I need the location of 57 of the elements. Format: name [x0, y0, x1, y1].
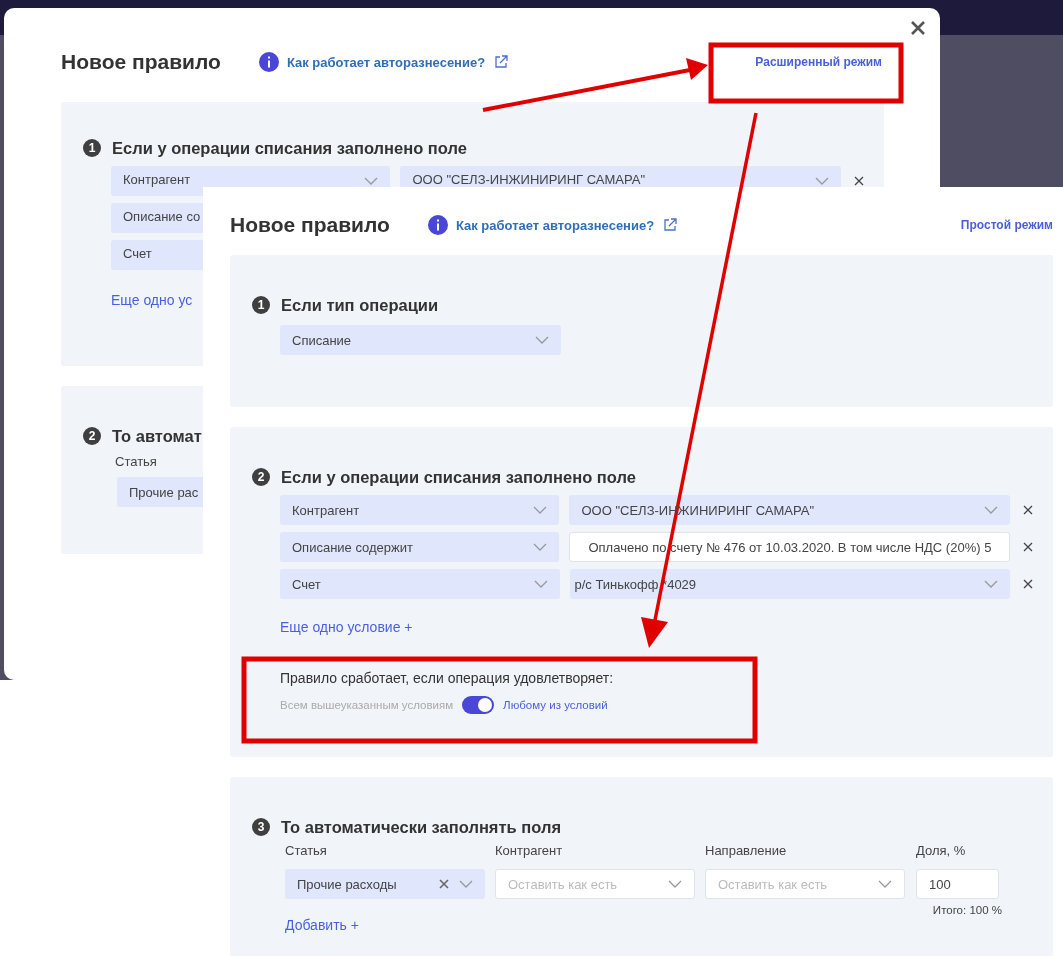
info-icon [427, 215, 448, 235]
step-number: 3 [252, 818, 270, 836]
info-icon [258, 52, 279, 72]
chevron-icon [984, 506, 998, 514]
dropdown-field[interactable]: Прочие расходы [285, 869, 485, 899]
dialog-title: Новое правило [230, 213, 390, 237]
section-heading: То автоматически заполнять поля [281, 817, 562, 837]
external-link-icon [663, 218, 678, 232]
remove-icon[interactable] [1023, 542, 1033, 552]
chevron-icon [815, 177, 829, 185]
column-label: Направление [705, 843, 788, 860]
chevron-icon [533, 580, 548, 588]
chevron-icon [364, 177, 379, 185]
share-input-field[interactable]: 100 [916, 869, 999, 899]
chevron-icon [878, 880, 892, 888]
dialog-title: Новое правило [61, 50, 221, 74]
step-number: 2 [252, 468, 270, 486]
remove-icon[interactable] [854, 176, 864, 186]
external-link-icon [494, 55, 509, 69]
chevron-icon [533, 506, 548, 514]
clear-icon[interactable] [439, 879, 449, 889]
add-condition-link[interactable]: Еще одно ус [111, 292, 193, 308]
total-label: Итого: 100 % [931, 904, 1002, 916]
remove-icon[interactable] [1023, 505, 1033, 515]
add-condition-link[interactable]: Еще одно условие + [280, 619, 413, 635]
section-heading: Если у операции списания заполнено поле [112, 138, 467, 158]
step-number: 1 [252, 296, 270, 314]
column-label: Доля, % [916, 843, 967, 860]
close-icon[interactable] [910, 20, 926, 36]
operation-type-dropdown[interactable]: Списание [280, 325, 561, 355]
column-label: Контрагент [495, 843, 564, 860]
field-label: Статья [115, 454, 158, 469]
help-link[interactable]: Как работает авторазнесение? [286, 54, 486, 70]
step-number: 1 [83, 139, 101, 157]
all-conditions-label: Всем вышеуказанным условиям [280, 699, 454, 711]
value-dropdown[interactable]: р/с Тинькофф *4029 [569, 569, 1010, 599]
field-dropdown[interactable]: Счет [280, 569, 560, 599]
column-label: Статья [285, 843, 328, 860]
chevron-icon [984, 580, 998, 588]
section-heading: То автомат [112, 426, 202, 446]
match-rule-label: Правило сработает, если операция удовлетворяет: [280, 670, 615, 686]
any-condition-label: Любому из условий [503, 699, 608, 711]
match-toggle[interactable] [462, 696, 495, 714]
chevron-icon [459, 880, 473, 888]
section-heading: Если у операции списания заполнено поле [281, 467, 636, 487]
step-number: 2 [83, 427, 101, 445]
section-heading: Если тип операции [281, 295, 439, 315]
help-link[interactable]: Как работает авторазнесение? [455, 217, 655, 233]
field-dropdown[interactable]: Контрагент [280, 495, 560, 525]
chevron-icon [533, 543, 548, 551]
simple-mode-link[interactable]: Простой режим [960, 218, 1053, 232]
remove-icon[interactable] [1023, 579, 1033, 589]
advanced-mode-link[interactable]: Расширенный режим [755, 55, 882, 69]
field-dropdown[interactable]: Описание содержит [280, 532, 560, 562]
chevron-icon [535, 336, 549, 344]
add-link[interactable]: Добавить + [285, 917, 359, 933]
chevron-icon [668, 880, 682, 888]
